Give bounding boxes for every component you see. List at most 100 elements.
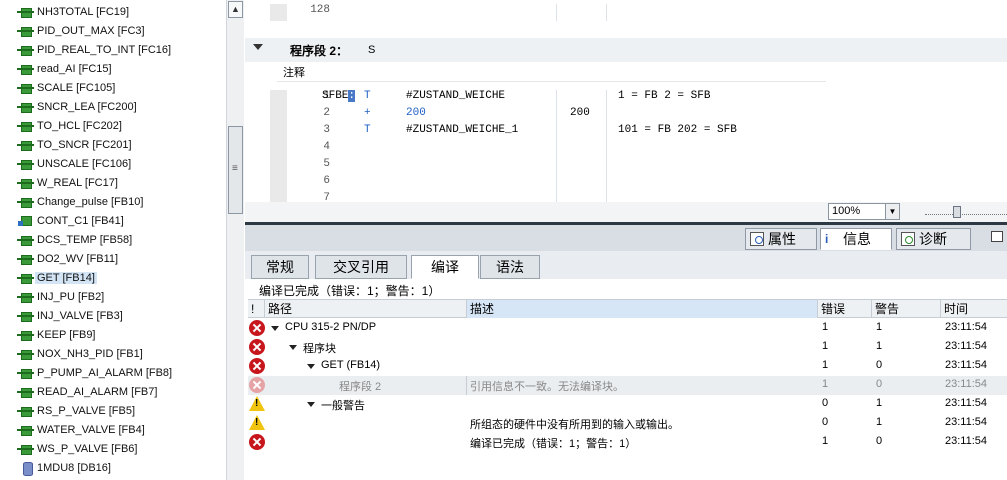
tree-item[interactable]: W_REAL [FC17] xyxy=(0,173,226,192)
tree-item[interactable]: SNCR_LEA [FC200] xyxy=(0,97,226,116)
expand-triangle-icon[interactable] xyxy=(289,345,297,350)
error-icon xyxy=(249,339,265,355)
fb-block-icon xyxy=(17,253,35,265)
expand-triangle-icon[interactable] xyxy=(271,326,279,331)
subtab-syntax[interactable]: 语法 xyxy=(480,255,540,279)
message-row[interactable]: CPU 315-2 PN/DP 1 1 23:11:54 xyxy=(248,319,1007,338)
network-comment[interactable]: 注释 xyxy=(245,62,1007,84)
message-row[interactable]: 程序块 1 1 23:11:54 xyxy=(248,338,1007,357)
maximize-icon[interactable] xyxy=(991,231,1003,242)
tab-properties[interactable]: 属性 xyxy=(745,228,817,250)
col-warnings[interactable]: 警告 xyxy=(872,300,941,318)
tree-item[interactable]: read_AI [FC15] xyxy=(0,59,226,78)
tree-item[interactable]: PID_OUT_MAX [FC3] xyxy=(0,21,226,40)
message-row[interactable]: 一般警告 0 1 23:11:54 xyxy=(248,395,1007,414)
tree-scrollbar[interactable]: ▲ xyxy=(226,0,244,480)
tree-item[interactable]: GET [FB14] xyxy=(0,268,226,287)
chevron-down-icon[interactable]: ▼ xyxy=(885,204,899,219)
tree-item[interactable]: Change_pulse [FB10] xyxy=(0,192,226,211)
stl-value: 200 xyxy=(570,107,590,119)
tree-item[interactable]: WATER_VALVE [FB4] xyxy=(0,420,226,439)
stl-operand: #ZUSTAND_WEICHE_1 xyxy=(406,124,519,136)
fc-block-icon xyxy=(17,120,35,132)
tree-item[interactable]: TO_HCL [FC202] xyxy=(0,116,226,135)
zoom-select[interactable]: 100% ▼ xyxy=(828,203,900,220)
tab-info[interactable]: i 信息 xyxy=(820,228,892,250)
tree-item[interactable]: NH3TOTAL [FC19] xyxy=(0,2,226,21)
tree-item[interactable]: READ_AI_ALARM [FB7] xyxy=(0,382,226,401)
subtab-cross-reference[interactable]: 交叉引用 xyxy=(315,255,407,279)
db-block-icon xyxy=(17,461,35,476)
message-time: 23:11:54 xyxy=(945,340,988,352)
expand-triangle-icon[interactable] xyxy=(307,364,315,369)
tab-properties-label: 属性 xyxy=(768,231,796,247)
scroll-thumb[interactable] xyxy=(228,126,243,214)
message-row[interactable]: 程序段 2 引用信息不一致。无法编译块。 1 0 23:11:54 xyxy=(248,376,1007,395)
col-flag[interactable]: ! xyxy=(248,300,265,318)
tree-item[interactable]: P_PUMP_AI_ALARM [FB8] xyxy=(0,363,226,382)
tree-item[interactable]: TO_SNCR [FC201] xyxy=(0,135,226,154)
message-error-count: 1 xyxy=(822,321,829,333)
code-line[interactable]: 2 +200 200 xyxy=(270,107,825,124)
code-line[interactable]: 3 T #ZUSTAND_WEICHE_1 101 = FB 202 = SFB xyxy=(270,124,825,141)
col-errors[interactable]: 错误 xyxy=(818,300,872,318)
message-time: 23:11:54 xyxy=(945,416,988,428)
tab-diagnostics[interactable]: 诊断 xyxy=(896,228,971,250)
zoom-slider-handle[interactable] xyxy=(953,206,961,218)
code-line[interactable]: 5 xyxy=(270,158,825,175)
tree-item-label: SNCR_LEA [FC200] xyxy=(37,100,137,113)
tree-item[interactable]: DCS_TEMP [FB58] xyxy=(0,230,226,249)
col-time[interactable]: 时间 xyxy=(941,300,1007,318)
code-line[interactable]: 4 xyxy=(270,141,825,158)
tree-item[interactable]: RS_P_VALVE [FB5] xyxy=(0,401,226,420)
tree-item[interactable]: PID_REAL_TO_INT [FC16] xyxy=(0,40,226,59)
inspector-window: 属性 i 信息 诊断 常规 交叉引用 编译 语法 编译已完成（错误：1；警告：1… xyxy=(245,222,1007,480)
col-path[interactable]: 路径 xyxy=(265,300,467,318)
tree-item-label: READ_AI_ALARM [FB7] xyxy=(37,385,158,398)
code-editor: 128 程序段 2： S 注释 1 SFBE: T #ZUSTAND_WEICHE 1 … xyxy=(245,0,1007,222)
stl-operand: #ZUSTAND_WEICHE xyxy=(406,90,506,102)
tree-item[interactable]: UNSCALE [FC106] xyxy=(0,154,226,173)
tree-item[interactable]: 1MDU8 [DB16] xyxy=(0,458,226,477)
message-time: 23:11:54 xyxy=(945,359,988,371)
tree-item-label: DCS_TEMP [FB58] xyxy=(37,233,133,246)
code-line[interactable]: 1 SFBE: T #ZUSTAND_WEICHE 1 = FB 2 = SFB xyxy=(270,90,825,107)
tree-item[interactable]: NOX_NH3_PID [FB1] xyxy=(0,344,226,363)
tree-item[interactable]: INJ_PU [FB2] xyxy=(0,287,226,306)
fc-block-icon xyxy=(17,82,35,94)
message-error-count: 0 xyxy=(822,397,829,409)
tree-item[interactable]: KEEP [FB9] xyxy=(0,325,226,344)
tree-item[interactable]: WS_P_VALVE [FB6] xyxy=(0,439,226,458)
message-table-header: ! 路径 描述 错误 警告 时间 xyxy=(248,299,1007,318)
expand-triangle-icon[interactable] xyxy=(307,402,315,407)
message-path: CPU 315-2 PN/DP xyxy=(285,321,377,333)
tab-diagnostics-label: 诊断 xyxy=(919,231,947,247)
fb-block-icon xyxy=(17,386,35,398)
zoom-slider[interactable] xyxy=(925,211,1007,215)
collapse-triangle-icon[interactable] xyxy=(253,44,263,50)
code-line[interactable]: 6 xyxy=(270,175,825,192)
tree-item[interactable]: INJ_VALVE [FB3] xyxy=(0,306,226,325)
tree-item[interactable]: CONT_C1 [FB41] xyxy=(0,211,226,230)
fb-block-icon xyxy=(17,443,35,455)
tree-item[interactable]: DO2_WV [FB11] xyxy=(0,249,226,268)
code-line[interactable]: 128 xyxy=(270,4,825,21)
subtab-compile[interactable]: 编译 xyxy=(411,255,479,279)
line-number: 6 xyxy=(323,175,330,187)
tree-item-label: NH3TOTAL [FC19] xyxy=(37,5,130,18)
message-row[interactable]: GET (FB14) 1 0 23:11:54 xyxy=(248,357,1007,376)
tree-item-label: NOX_NH3_PID [FB1] xyxy=(37,347,143,360)
tree-item[interactable]: SCALE [FC105] xyxy=(0,78,226,97)
network-subtitle[interactable]: S xyxy=(368,44,375,56)
warning-icon xyxy=(249,415,265,430)
network-header[interactable]: 程序段 2： S xyxy=(245,38,1007,62)
subtab-general[interactable]: 常规 xyxy=(251,255,309,279)
error-icon xyxy=(249,377,265,393)
scroll-up-arrow-icon[interactable]: ▲ xyxy=(228,1,243,18)
warning-icon xyxy=(249,396,265,411)
message-row[interactable]: 编译已完成（错误：1；警告：1） 1 0 23:11:54 xyxy=(248,433,1007,452)
message-description: 所组态的硬件中没有所用到的输入或输出。 xyxy=(470,419,679,431)
tree-item-label: PID_REAL_TO_INT [FC16] xyxy=(37,43,172,56)
col-description[interactable]: 描述 xyxy=(467,300,818,318)
message-row[interactable]: 所组态的硬件中没有所用到的输入或输出。 0 1 23:11:54 xyxy=(248,414,1007,433)
